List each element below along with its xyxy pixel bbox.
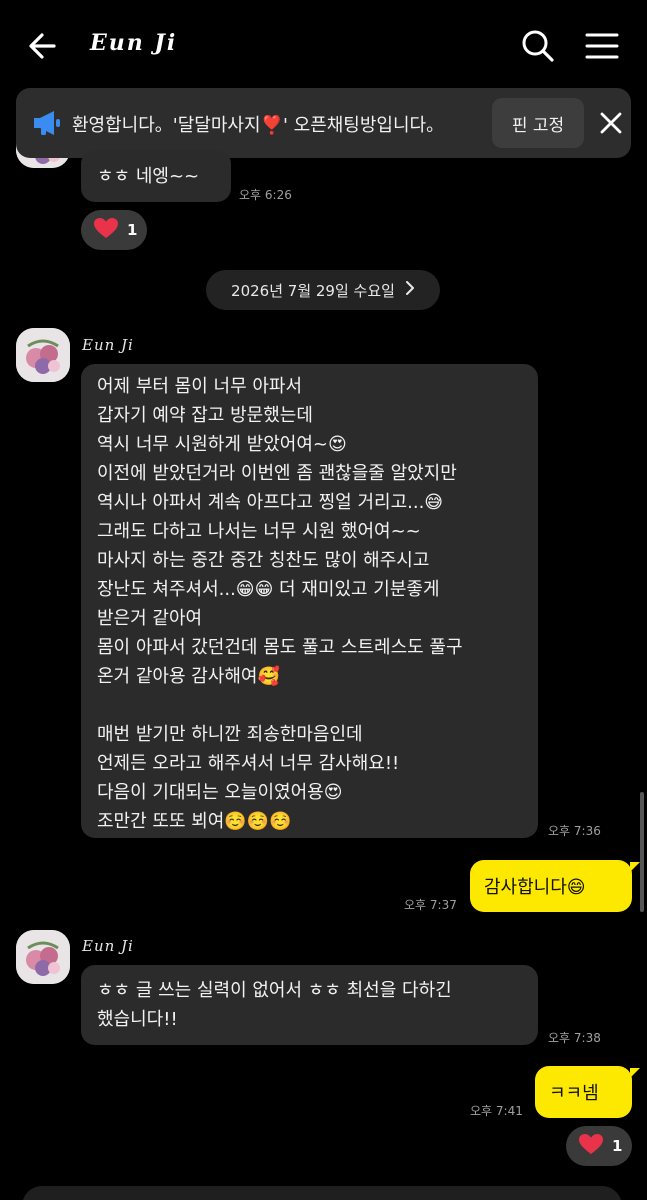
message-line: 받은거 같아여 [97, 608, 203, 629]
message-bubble[interactable]: ㅎㅎ 글 쓰는 실력이 없어서 ㅎㅎ 최선을 다하긴 했습니다!! [81, 965, 538, 1045]
message-line: 조만간 또또 뵈여☺️☺️☺️ [97, 811, 292, 832]
message-line: 그래도 다하고 나서는 너무 시원 했어여~~ [97, 521, 421, 542]
top-bar: Eun Ji [0, 0, 647, 90]
scrollbar[interactable] [640, 792, 644, 912]
message-line [97, 691, 522, 720]
message-time: 오후 7:38 [548, 1031, 601, 1045]
message-bubble[interactable]: 어제 부터 몸이 너무 아파서 갑자기 예약 잡고 방문했는데 역시 너무 시원… [81, 364, 538, 838]
pin-button[interactable]: 핀 고정 [492, 98, 584, 148]
sender-name: Eun Ji [82, 336, 134, 354]
message-bubble[interactable]: ㅎㅎ 네엥~~ [81, 150, 231, 202]
message-line: 이전에 받았던거라 이번엔 좀 괜찮을줄 알았지만 [97, 463, 457, 484]
message-line: 온거 같아용 감사해여🥰 [97, 666, 280, 687]
reaction-badge[interactable]: 1 [81, 210, 147, 250]
message-line: 몸이 아파서 갔던건데 몸도 풀고 스트레스도 풀구 [97, 637, 463, 658]
message-line: 역시 너무 시원하게 받았어여~😍 [97, 434, 347, 455]
bubble-tail [630, 862, 640, 872]
my-message-bubble[interactable]: 감사합니다😄 [470, 860, 632, 912]
avatar[interactable] [16, 328, 70, 382]
message-time: 오후 6:26 [239, 188, 292, 202]
message-input-bar[interactable] [22, 1186, 622, 1200]
bubble-tail [630, 1068, 640, 1078]
sender-name: Eun Ji [82, 937, 134, 955]
heart-icon [578, 1133, 604, 1159]
message-line: 다음이 기대되는 오늘이였어용😍 [97, 782, 343, 803]
message-text: ㅎㅎ 네엥~~ [97, 166, 200, 187]
message-line: 장난도 쳐주셔서...😁😁 더 재미있고 기분좋게 [97, 579, 440, 600]
message-time: 오후 7:37 [404, 898, 457, 912]
message-line: ㅎㅎ 글 쓰는 실력이 없어서 ㅎㅎ 최선을 다하긴 [97, 980, 452, 1001]
heart-icon [93, 217, 119, 243]
message-line: 역시나 아파서 계속 아프다고 찡얼 거리고...😅 [97, 492, 444, 513]
message-line: 어제 부터 몸이 너무 아파서 [97, 376, 303, 397]
close-icon[interactable] [598, 110, 624, 136]
megaphone-icon [32, 110, 62, 136]
chevron-right-icon [405, 281, 415, 299]
message-time: 오후 7:36 [548, 824, 601, 838]
hamburger-menu-icon[interactable] [582, 26, 622, 66]
notice-text: 환영합니다。'달달마사지❣️' 오픈채팅방입니다。 [72, 115, 445, 136]
avatar[interactable] [16, 930, 70, 984]
date-label: 2026년 7월 29일 수요일 [231, 281, 395, 300]
message-text: 감사합니다😄 [484, 877, 586, 898]
my-message-bubble[interactable]: ㅋㅋ넴 [535, 1066, 632, 1118]
message-line: 마사지 하는 중간 중간 칭찬도 많이 해주시고 [97, 550, 430, 571]
reaction-count: 1 [612, 1137, 623, 1155]
notice-banner[interactable]: 환영합니다。'달달마사지❣️' 오픈채팅방입니다。 핀 고정 [16, 88, 631, 158]
reaction-badge[interactable]: 1 [566, 1126, 632, 1166]
search-icon[interactable] [518, 26, 558, 66]
reaction-count: 1 [127, 221, 138, 239]
back-arrow-icon[interactable] [24, 26, 64, 66]
message-time: 오후 7:41 [470, 1104, 523, 1118]
message-line: 했습니다!! [97, 1009, 178, 1030]
message-line: 갑자기 예약 잡고 방문했는데 [97, 405, 313, 426]
message-text: ㅋㅋ넴 [549, 1083, 599, 1104]
chat-title: Eun Ji [90, 30, 178, 56]
message-line: 매번 받기만 하니깐 죄송한마음인데 [97, 724, 363, 745]
date-divider[interactable]: 2026년 7월 29일 수요일 [206, 270, 440, 310]
message-line: 언제든 오라고 해주셔서 너무 감사해요!! [97, 753, 400, 774]
